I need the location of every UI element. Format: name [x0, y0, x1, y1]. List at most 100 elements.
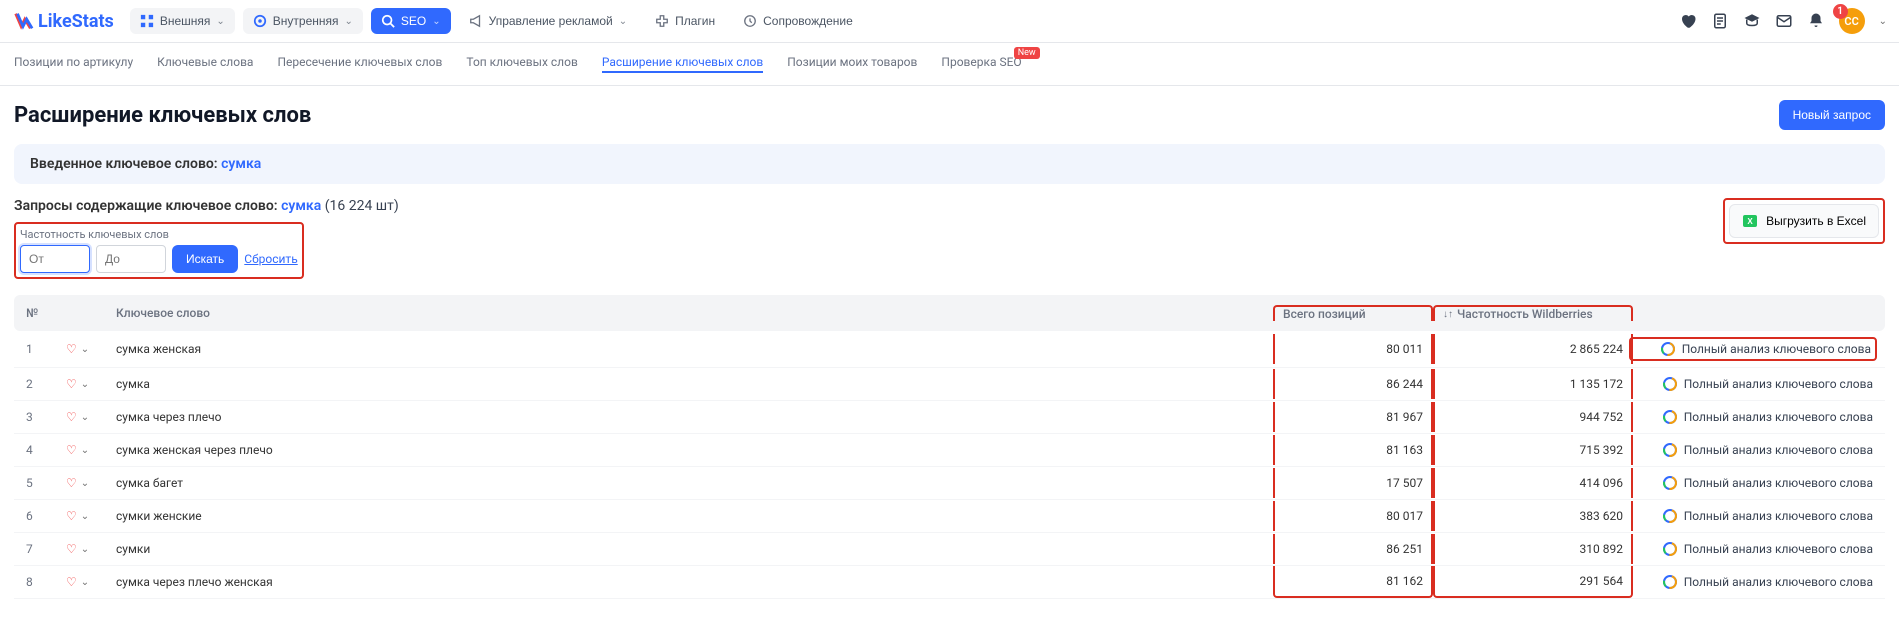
plugin-icon — [655, 14, 669, 28]
reset-link[interactable]: Сбросить — [244, 252, 297, 266]
full-analysis-link[interactable]: Полный анализ ключевого слова — [1633, 541, 1873, 557]
education-icon[interactable] — [1743, 12, 1761, 30]
avatar-badge: 1 — [1833, 4, 1848, 19]
heart-icon: ♡ — [66, 443, 77, 457]
svg-text:X: X — [1747, 217, 1753, 226]
nav-internal[interactable]: Внутренняя⌄ — [243, 8, 363, 34]
chevron-down-icon: ⌄ — [81, 344, 89, 355]
nav-seo[interactable]: SEO⌄ — [371, 8, 451, 34]
chevron-down-icon: ⌄ — [81, 478, 89, 489]
nav-plugin[interactable]: Плагин — [645, 8, 725, 34]
favorite-toggle[interactable]: ♡⌄ — [66, 476, 116, 490]
full-analysis-link[interactable]: Полный анализ ключевого слова — [1633, 442, 1873, 458]
positions-cell: 86 251 — [1273, 534, 1433, 564]
logo-text: LikeStats — [38, 11, 114, 32]
heart-icon: ♡ — [66, 575, 77, 589]
excel-icon: X — [1742, 213, 1758, 229]
keyword-banner: Введенное ключевое слово: сумка — [14, 144, 1885, 184]
favorite-toggle[interactable]: ♡⌄ — [66, 410, 116, 424]
chevron-down-icon[interactable]: ⌄ — [1879, 16, 1887, 27]
keyword-cell[interactable]: сумка — [116, 377, 1273, 391]
keyword-cell[interactable]: сумка через плечо — [116, 410, 1273, 424]
freq-from-input[interactable] — [20, 245, 90, 273]
full-analysis-link[interactable]: Полный анализ ключевого слова — [1633, 508, 1873, 524]
nav-ads[interactable]: Управление рекламой⌄ — [459, 8, 637, 34]
frequency-cell: 944 752 — [1433, 402, 1633, 432]
heart-icon: ♡ — [66, 476, 77, 490]
queries-title: Запросы содержащие ключевое слово: сумка… — [14, 198, 399, 214]
frequency-cell: 1 135 172 — [1433, 369, 1633, 399]
favorite-toggle[interactable]: ♡⌄ — [66, 509, 116, 523]
nav-support[interactable]: Сопровождение — [733, 8, 863, 34]
favorite-toggle[interactable]: ♡⌄ — [66, 443, 116, 457]
table-row: 6♡⌄сумки женские80 017383 620Полный анал… — [14, 500, 1885, 533]
heart-icon: ♡ — [66, 542, 77, 556]
row-num: 4 — [26, 443, 66, 457]
frequency-cell: 383 620 — [1433, 501, 1633, 531]
subnav-expansion[interactable]: Расширение ключевых слов — [602, 55, 763, 73]
chevron-down-icon: ⌄ — [81, 577, 89, 588]
freq-to-input[interactable] — [96, 245, 166, 273]
row-num: 8 — [26, 575, 66, 589]
search-button[interactable]: Искать — [172, 245, 238, 273]
keyword-link[interactable]: сумка — [221, 156, 261, 172]
table-row: 7♡⌄сумки86 251310 892Полный анализ ключе… — [14, 533, 1885, 566]
chevron-down-icon: ⌄ — [216, 16, 224, 27]
keyword-cell[interactable]: сумки — [116, 542, 1273, 556]
frequency-cell: 291 564 — [1433, 566, 1633, 598]
row-num: 6 — [26, 509, 66, 523]
bell-icon[interactable] — [1807, 12, 1825, 30]
col-keyword[interactable]: Ключевое слово — [116, 306, 1273, 320]
frequency-cell: 715 392 — [1433, 435, 1633, 465]
keyword-cell[interactable]: сумки женские — [116, 509, 1273, 523]
favorite-toggle[interactable]: ♡⌄ — [66, 342, 116, 356]
new-query-button[interactable]: Новый запрос — [1779, 100, 1885, 130]
favorite-toggle[interactable]: ♡⌄ — [66, 377, 116, 391]
queries-keyword[interactable]: сумка — [281, 198, 321, 214]
export-excel-button[interactable]: X Выгрузить в Excel — [1729, 204, 1879, 238]
favorite-toggle[interactable]: ♡⌄ — [66, 542, 116, 556]
avatar[interactable]: 1 CC — [1839, 8, 1865, 34]
col-num: № — [26, 306, 66, 320]
full-analysis-link[interactable]: Полный анализ ключевого слова — [1635, 341, 1871, 357]
document-icon[interactable] — [1711, 12, 1729, 30]
full-analysis-link[interactable]: Полный анализ ключевого слова — [1633, 409, 1873, 425]
nav-external[interactable]: Внешняя⌄ — [130, 8, 235, 34]
col-frequency[interactable]: ↓↑Частотность Wildberries — [1433, 305, 1633, 321]
new-badge: New — [1014, 47, 1040, 59]
table-row: 4♡⌄сумка женская через плечо81 163715 39… — [14, 434, 1885, 467]
favorite-toggle[interactable]: ♡⌄ — [66, 575, 116, 589]
full-analysis-link[interactable]: Полный анализ ключевого слова — [1633, 475, 1873, 491]
keyword-cell[interactable]: сумка через плечо женская — [116, 575, 1273, 589]
logo-icon — [12, 10, 34, 32]
megaphone-icon — [469, 14, 483, 28]
table-row: 5♡⌄сумка багет17 507414 096Полный анализ… — [14, 467, 1885, 500]
page-title: Расширение ключевых слов — [14, 103, 311, 128]
subnav-seocheck[interactable]: Проверка SEO New — [941, 55, 1021, 73]
frequency-cell: 310 892 — [1433, 534, 1633, 564]
row-num: 2 — [26, 377, 66, 391]
table-row: 3♡⌄сумка через плечо81 967944 752Полный … — [14, 401, 1885, 434]
row-num: 5 — [26, 476, 66, 490]
subnav-myproducts[interactable]: Позиции моих товаров — [787, 55, 917, 73]
full-analysis-link[interactable]: Полный анализ ключевого слова — [1633, 574, 1873, 590]
subnav-positions[interactable]: Позиции по артикулу — [14, 55, 133, 73]
subnav-intersection[interactable]: Пересечение ключевых слов — [277, 55, 442, 73]
keyword-cell[interactable]: сумка багет — [116, 476, 1273, 490]
positions-cell: 81 162 — [1273, 566, 1433, 598]
logo[interactable]: LikeStats — [12, 10, 114, 32]
heart-icon: ♡ — [66, 509, 77, 523]
col-positions[interactable]: Всего позиций — [1273, 305, 1433, 321]
subnav-keywords[interactable]: Ключевые слова — [157, 55, 253, 73]
mail-icon[interactable] — [1775, 12, 1793, 30]
chevron-down-icon: ⌄ — [81, 445, 89, 456]
full-analysis-link[interactable]: Полный анализ ключевого слова — [1633, 376, 1873, 392]
keyword-cell[interactable]: сумка женская — [116, 342, 1273, 356]
subnav-top[interactable]: Топ ключевых слов — [466, 55, 577, 73]
support-icon — [743, 14, 757, 28]
favorites-icon[interactable] — [1679, 12, 1697, 30]
chevron-down-icon: ⌄ — [619, 16, 627, 27]
keyword-cell[interactable]: сумка женская через плечо — [116, 443, 1273, 457]
frequency-cell: 414 096 — [1433, 468, 1633, 498]
row-num: 7 — [26, 542, 66, 556]
